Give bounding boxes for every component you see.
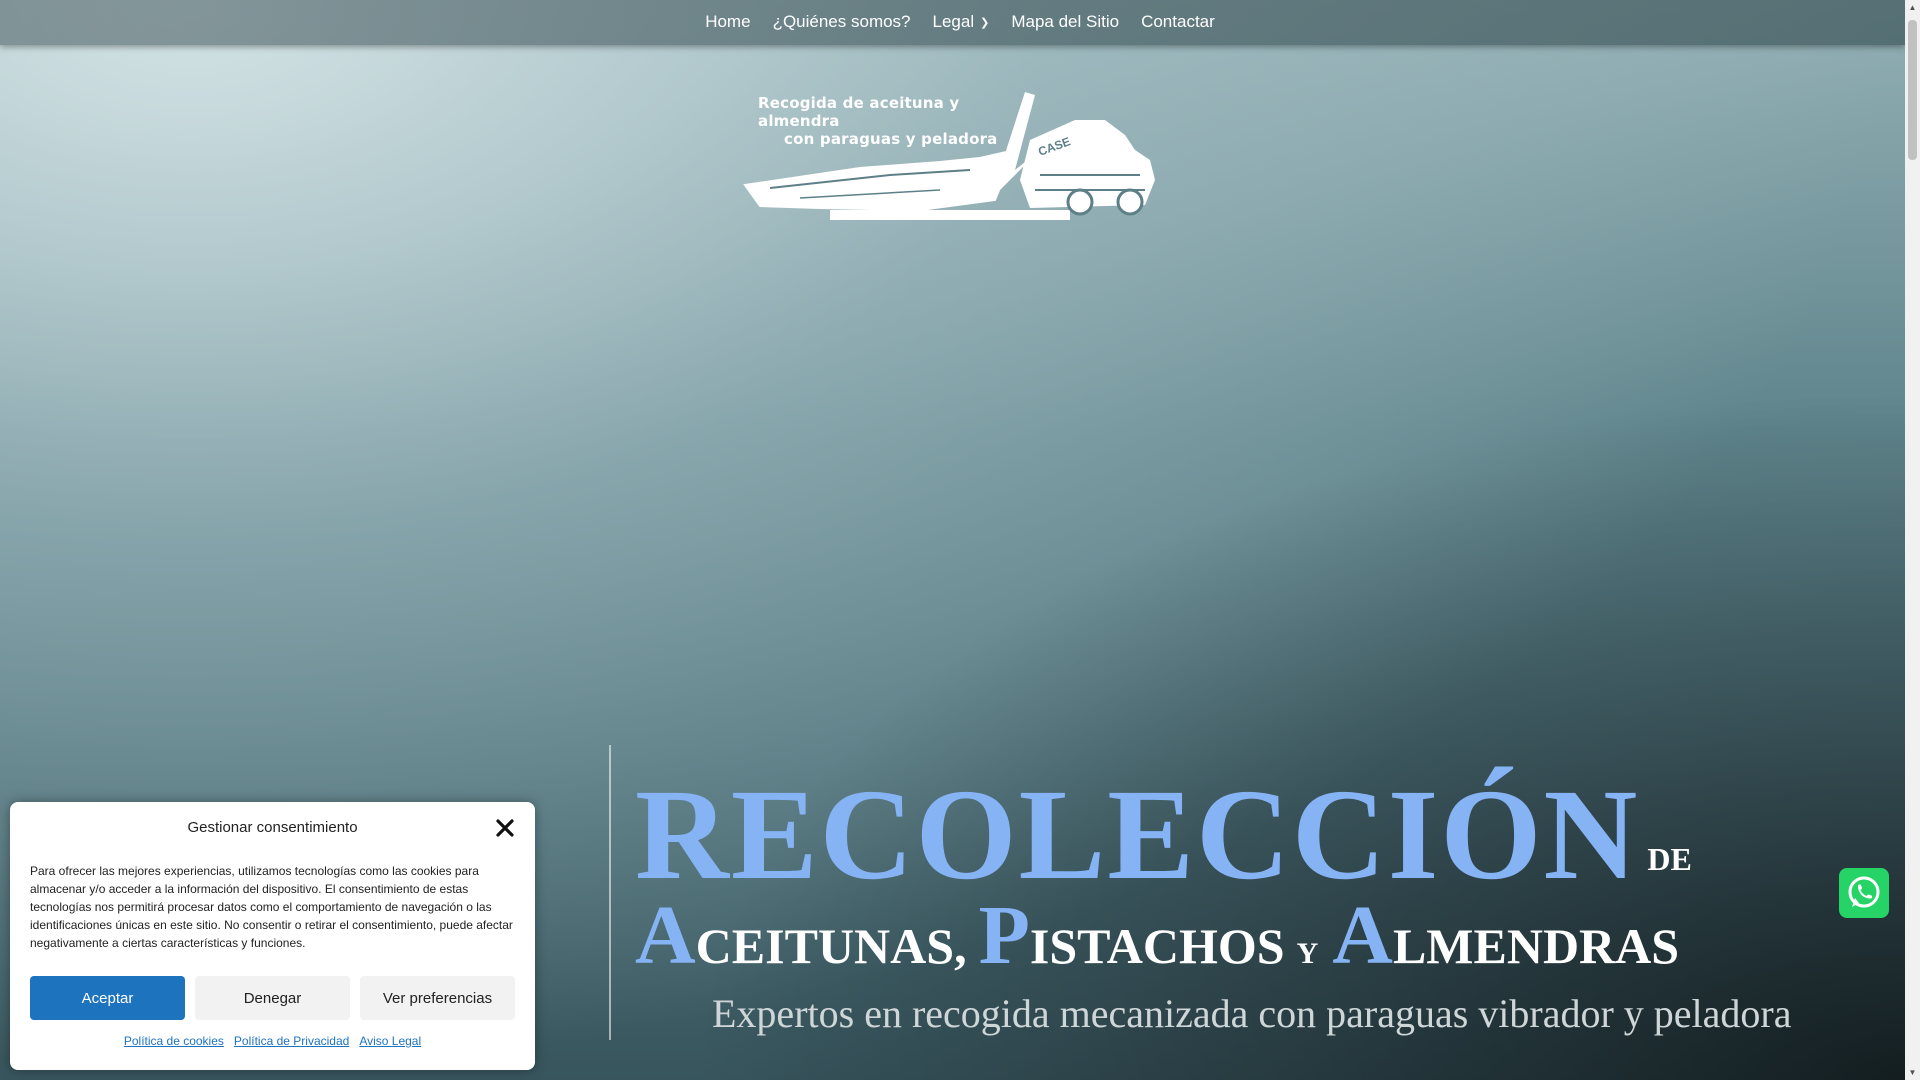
hero-headline: RECOLECCIÓN DE A CEITUNAS, P ISTACHOS Y AL…	[635, 770, 1692, 978]
word-almendras-rest: LMENDRAS	[1392, 918, 1680, 974]
cookie-button-row: Aceptar Denegar Ver preferencias	[30, 976, 515, 1020]
logo-line-1: Recogida de aceituna y almendra	[758, 94, 960, 130]
whatsapp-icon	[1848, 876, 1880, 908]
word-pistachos-rest: ISTACHOS	[1029, 918, 1285, 974]
headline-line-1: RECOLECCIÓN DE	[635, 763, 1692, 907]
headline-recoleccion: RECOLECCIÓN	[635, 763, 1640, 907]
top-navigation-bar: Home ¿Quiénes somos? Legal ❯ Mapa del Sit…	[0, 0, 1905, 45]
cookie-policy-link[interactable]: Política de cookies	[124, 1034, 224, 1048]
nav-contact[interactable]: Contactar	[1141, 12, 1215, 32]
hero-tagline: Expertos en recogida mecanizada con para…	[712, 991, 1792, 1036]
nav-about-label: ¿Quiénes somos?	[772, 12, 911, 31]
word-conjunction: Y	[1296, 937, 1319, 970]
nav-legal-label: Legal	[932, 12, 975, 31]
chevron-down-icon: ❯	[980, 16, 990, 29]
site-logo[interactable]: Recogida de aceituna y almendra con para…	[740, 80, 1160, 235]
nav-sitemap-label: Mapa del Sitio	[1011, 12, 1120, 31]
page-scrollbar[interactable]: ▲ ▼	[1905, 0, 1920, 1080]
logo-text: Recogida de aceituna y almendra con para…	[758, 94, 998, 148]
cookie-policy-links: Política de cookies Política de Privacid…	[10, 1034, 535, 1048]
logo-line-2: con paraguas y peladora	[784, 130, 998, 148]
nav-legal[interactable]: Legal ❯	[933, 12, 990, 32]
nav-home[interactable]: Home	[705, 12, 750, 32]
nav-sitemap[interactable]: Mapa del Sitio	[1011, 12, 1119, 32]
scroll-up-arrow-icon[interactable]: ▲	[1905, 0, 1920, 15]
cookie-consent-dialog: Gestionar consentimiento Para ofrecer la…	[10, 802, 535, 1070]
whatsapp-button[interactable]	[1839, 868, 1889, 918]
word-aceitunas-cap: A	[635, 889, 696, 982]
word-aceitunas-rest: CEITUNAS,	[695, 918, 967, 974]
headline-de: DE	[1647, 841, 1692, 877]
scrollbar-thumb[interactable]	[1908, 20, 1917, 160]
headline-divider	[609, 745, 611, 1040]
nav-about[interactable]: ¿Quiénes somos?	[773, 12, 911, 32]
legal-notice-link[interactable]: Aviso Legal	[359, 1034, 421, 1048]
nav-home-label: Home	[705, 12, 751, 31]
scroll-down-arrow-icon[interactable]: ▼	[1905, 1065, 1920, 1080]
nav-contact-label: Contactar	[1141, 12, 1215, 31]
cookie-dialog-body: Para ofrecer las mejores experiencias, u…	[30, 864, 513, 950]
accept-button[interactable]: Aceptar	[30, 976, 185, 1020]
close-icon[interactable]	[495, 818, 515, 838]
word-almendras-cap: A	[1332, 889, 1393, 982]
deny-button[interactable]: Denegar	[195, 976, 350, 1020]
main-menu: Home ¿Quiénes somos? Legal ❯ Mapa del Sit…	[0, 12, 1905, 32]
view-preferences-button[interactable]: Ver preferencias	[360, 976, 515, 1020]
cookie-dialog-title: Gestionar consentimiento	[187, 819, 358, 836]
word-pistachos-cap: P	[978, 889, 1030, 982]
privacy-policy-link[interactable]: Política de Privacidad	[234, 1034, 349, 1048]
